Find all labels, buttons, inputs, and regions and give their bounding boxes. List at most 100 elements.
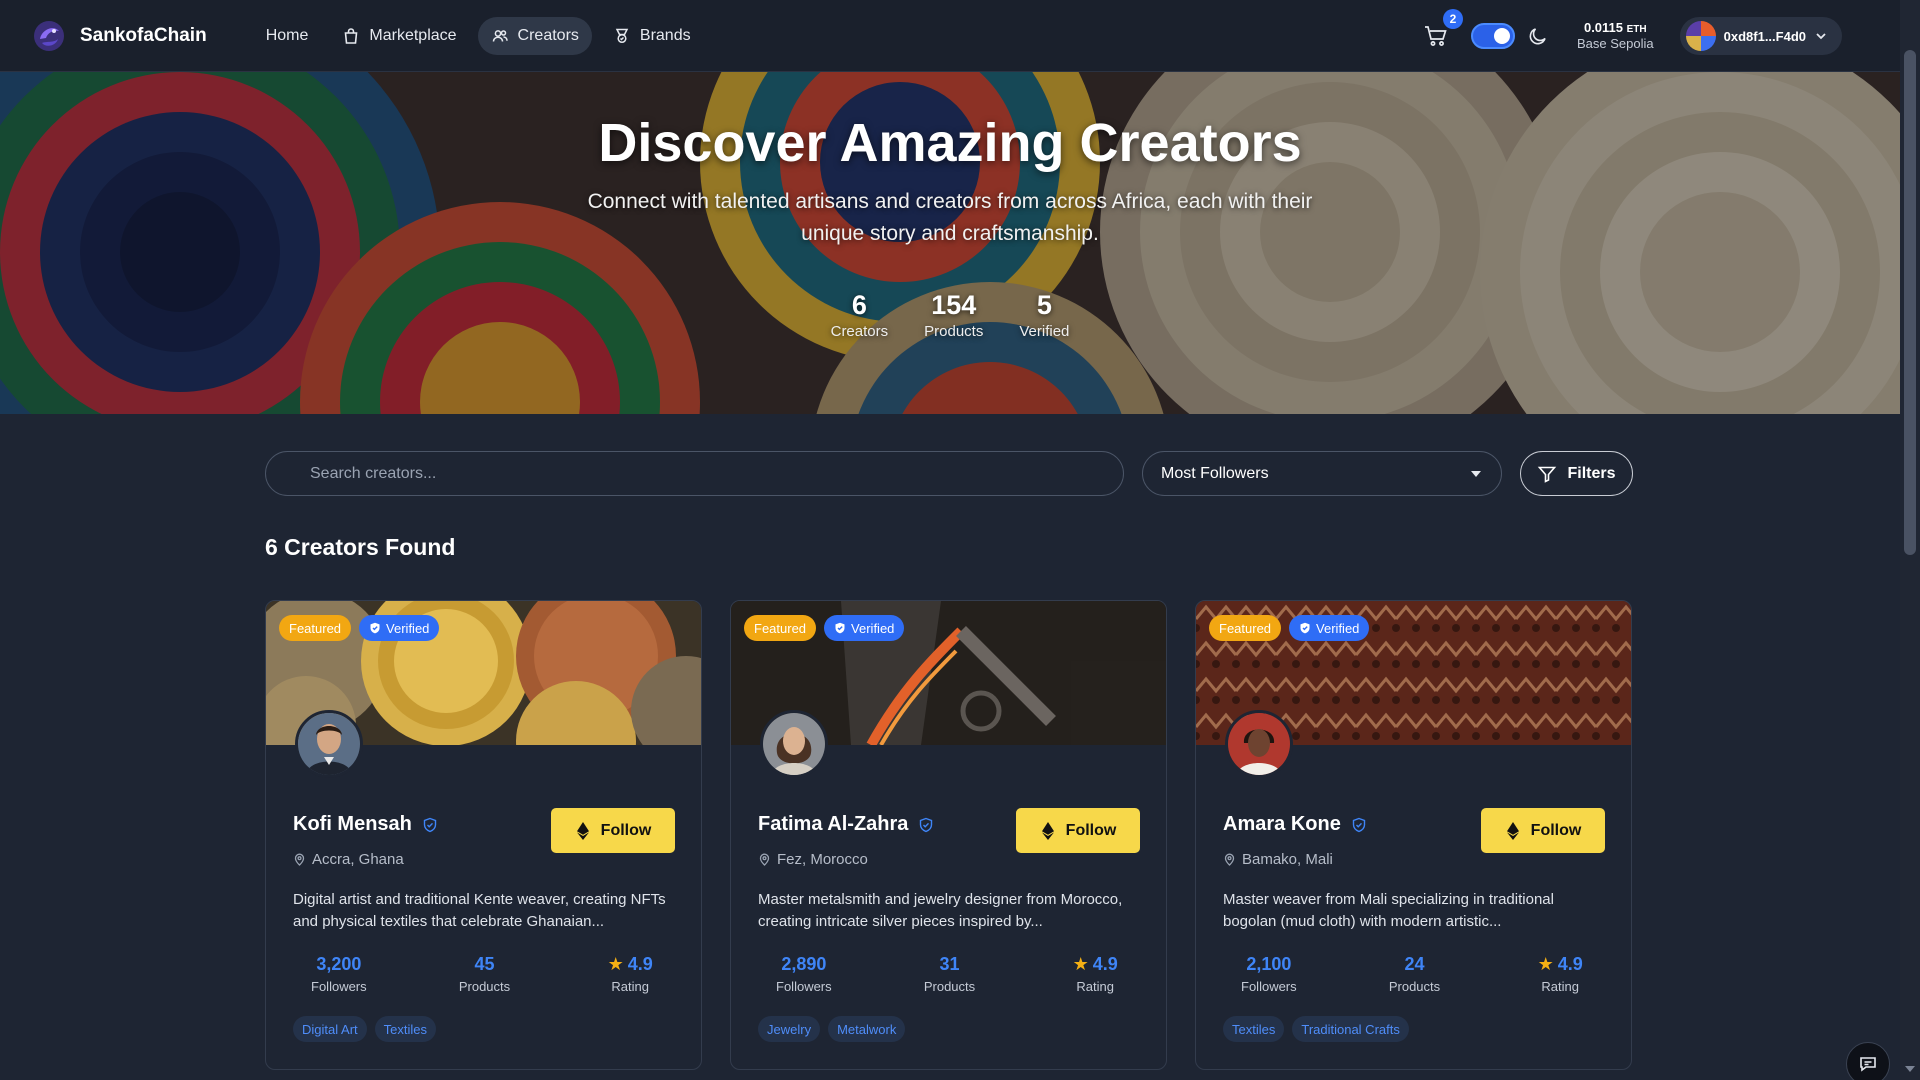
follow-label: Follow	[1065, 821, 1117, 839]
sort-select[interactable]: Most Followers	[1142, 451, 1502, 496]
creator-stats: 3,200 Followers 45 Products ★ 4.9 Rating	[266, 954, 701, 994]
creator-name[interactable]: Kofi Mensah	[293, 813, 438, 836]
creator-description: Master metalsmith and jewelry designer f…	[758, 891, 1123, 930]
avatar	[1225, 710, 1293, 778]
followers-value: 2,100	[1246, 954, 1292, 974]
balance-unit: ETH	[1626, 24, 1647, 36]
shield-check-icon	[835, 622, 845, 634]
page-scrollbar[interactable]	[1900, 0, 1920, 1080]
verified-shield-icon	[1352, 817, 1366, 832]
nav-home[interactable]: Home	[253, 17, 322, 55]
wallet-menu-button[interactable]: 0xd8f1...F4d0	[1679, 17, 1842, 55]
creator-tags: Jewelry Metalwork	[758, 1016, 906, 1042]
stat-value: 5	[1036, 290, 1052, 320]
caret-down-icon	[1471, 470, 1481, 477]
verified-shield-icon	[423, 817, 437, 832]
products-stat: 45 Products	[412, 954, 558, 994]
cart-button[interactable]: 2	[1423, 9, 1463, 49]
ethereum-icon	[1506, 821, 1519, 840]
verified-label: Verified	[851, 620, 895, 636]
chat-assistant-button[interactable]	[1846, 1042, 1890, 1080]
brand-logo[interactable]: SankofaChain	[32, 19, 207, 53]
logo-icon	[34, 20, 64, 51]
follow-button[interactable]: Follow	[1481, 808, 1605, 853]
nav-marketplace[interactable]: Marketplace	[329, 17, 469, 55]
chevron-down-icon	[1816, 33, 1826, 40]
rating-value: 4.9	[1557, 954, 1583, 974]
hero-banner: Discover Amazing Creators Connect with t…	[0, 72, 1900, 414]
creator-card[interactable]: Featured Verified Fatima Al-Zahra Follow…	[730, 600, 1167, 1070]
follow-label: Follow	[1530, 821, 1582, 839]
avatar	[295, 710, 363, 778]
nav-links: Home Marketplace Creators Brands	[253, 16, 704, 55]
card-badges: Featured Verified	[1209, 615, 1370, 641]
map-pin-icon	[759, 853, 770, 866]
filter-icon	[1538, 466, 1557, 483]
stat-creators: 6 Creators	[831, 290, 889, 340]
scrollbar-thumb[interactable]	[1904, 50, 1916, 555]
tag-chip[interactable]: Digital Art	[293, 1016, 367, 1042]
tag-chip[interactable]: Textiles	[374, 1016, 436, 1042]
star-icon: ★	[607, 954, 624, 974]
filters-button[interactable]: Filters	[1520, 451, 1633, 496]
moon-icon[interactable]	[1527, 25, 1549, 47]
network-name: Base Sepolia	[1577, 36, 1654, 52]
tag-chip[interactable]: Metalwork	[828, 1016, 906, 1042]
wallet-avatar	[1685, 21, 1716, 51]
sort-selected-value: Most Followers	[1161, 464, 1269, 482]
tag-chip[interactable]: Textiles	[1223, 1016, 1285, 1042]
nav-home-label: Home	[265, 26, 309, 44]
tag-chip[interactable]: Traditional Crafts	[1292, 1016, 1409, 1042]
creator-portrait	[1228, 713, 1290, 775]
users-icon	[492, 29, 508, 42]
products-value: 24	[1404, 954, 1425, 974]
verified-shield-icon	[920, 817, 933, 832]
award-icon	[615, 28, 629, 43]
search-input[interactable]	[310, 464, 1123, 483]
brand-name: SankofaChain	[80, 24, 207, 46]
creator-card[interactable]: Featured Verified Kofi Mensah Follow Acc…	[265, 600, 702, 1070]
followers-label: Followers	[311, 979, 367, 994]
products-value: 45	[474, 954, 495, 974]
scroll-down-arrow-icon[interactable]	[1905, 1066, 1915, 1072]
verified-label: Verified	[1316, 620, 1360, 636]
creator-name[interactable]: Amara Kone	[1223, 813, 1367, 836]
tag-chip[interactable]: Jewelry	[758, 1016, 821, 1042]
shield-check-icon	[1300, 622, 1310, 634]
card-badges: Featured Verified	[279, 615, 440, 641]
creator-location: Accra, Ghana	[293, 851, 404, 868]
hero-content: Discover Amazing Creators Connect with t…	[0, 72, 1900, 340]
follow-button[interactable]: Follow	[551, 808, 675, 853]
followers-label: Followers	[1241, 979, 1297, 994]
nav-creators[interactable]: Creators	[477, 16, 592, 55]
rating-value: 4.9	[1092, 954, 1118, 974]
rating-stat: ★ 4.9 Rating	[557, 954, 701, 994]
featured-badge: Featured	[279, 615, 352, 641]
rating-stat: ★ 4.9 Rating	[1487, 954, 1631, 994]
products-value: 31	[939, 954, 960, 974]
theme-toggle[interactable]	[1471, 23, 1515, 49]
cart-count-badge: 2	[1443, 9, 1463, 29]
followers-label: Followers	[776, 979, 832, 994]
filters-label: Filters	[1567, 464, 1616, 482]
cart-icon	[1425, 26, 1447, 46]
creator-tags: Textiles Traditional Crafts	[1223, 1016, 1409, 1042]
products-label: Products	[1388, 979, 1441, 994]
results-heading: 6 Creators Found	[265, 534, 456, 560]
products-stat: 31 Products	[877, 954, 1023, 994]
rating-stat: ★ 4.9 Rating	[1022, 954, 1166, 994]
nav-brands[interactable]: Brands	[600, 17, 704, 55]
followers-value: 2,890	[781, 954, 827, 974]
creator-portrait	[763, 713, 825, 775]
verified-badge: Verified	[359, 615, 440, 641]
creator-name[interactable]: Fatima Al-Zahra	[758, 813, 934, 836]
nav-marketplace-label: Marketplace	[369, 26, 457, 44]
rating-value: 4.9	[627, 954, 653, 974]
star-icon: ★	[1072, 954, 1089, 974]
nav-right: 2 0.0115 ETH Base Sepolia 0xd8f1...F4d0	[1423, 0, 1842, 72]
creator-card[interactable]: Featured Verified Amara Kone Follow Bama…	[1195, 600, 1632, 1070]
balance-value: 0.0115	[1583, 20, 1624, 36]
map-pin-icon	[1224, 853, 1235, 866]
rating-value-row: ★ 4.9	[1073, 954, 1118, 975]
follow-button[interactable]: Follow	[1016, 808, 1140, 853]
